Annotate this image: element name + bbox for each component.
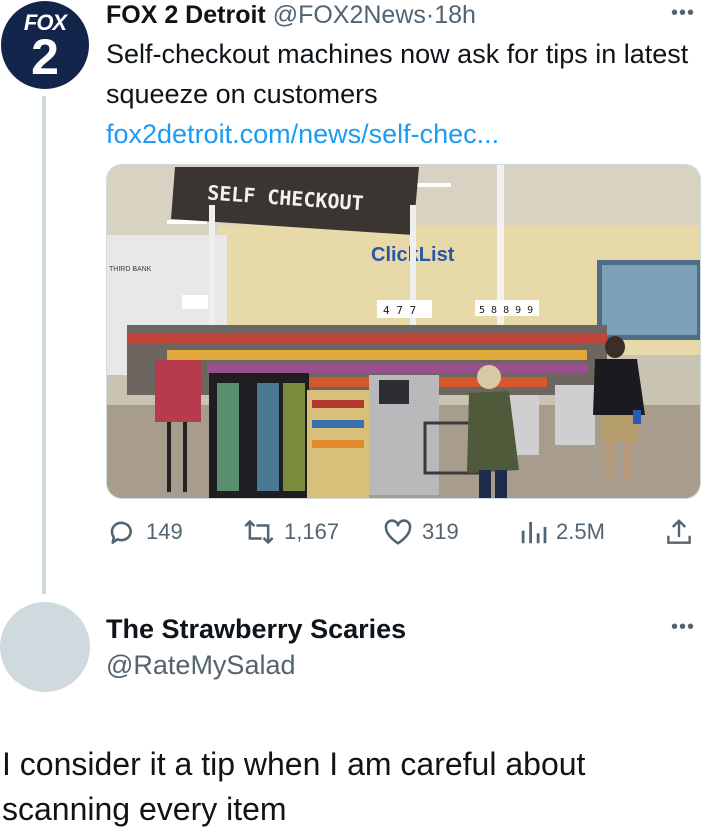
- reply-count: 149: [146, 519, 183, 544]
- like-action[interactable]: 319: [382, 516, 459, 548]
- tweet-header: FOX 2 Detroit @FOX2News·18h: [106, 0, 476, 30]
- heart-icon: [384, 519, 412, 545]
- svg-text:4 7 7: 4 7 7: [383, 304, 416, 317]
- author-handle[interactable]: @FOX2News: [273, 1, 426, 29]
- retweet-action[interactable]: 1,167: [242, 516, 339, 548]
- retweet-icon: [244, 519, 274, 545]
- tweet-media-photo[interactable]: SELF CHECKOUT ClickList THIRD BANK 4 7 7…: [106, 164, 701, 499]
- share-action[interactable]: [664, 516, 701, 548]
- reply-action[interactable]: 149: [106, 516, 183, 548]
- tweet-timestamp[interactable]: 18h: [434, 1, 476, 29]
- self-checkout-photo: SELF CHECKOUT ClickList THIRD BANK 4 7 7…: [107, 165, 700, 498]
- retweet-count: 1,167: [284, 519, 340, 544]
- thread-connector-line: [42, 96, 46, 594]
- tweet-text: Self-checkout machines now ask for tips …: [106, 39, 689, 109]
- tweet-link[interactable]: fox2detroit.com/news/self-chec...: [106, 114, 499, 154]
- like-count: 319: [422, 519, 459, 544]
- share-icon: [667, 519, 691, 544]
- header-separator: ·: [425, 1, 435, 29]
- bank-sign-text: THIRD BANK: [109, 266, 152, 273]
- author-avatar[interactable]: FOX 2: [1, 1, 89, 89]
- reply-text: I consider it a tip when I am careful ab…: [2, 746, 586, 827]
- reply-author-avatar[interactable]: [0, 602, 90, 692]
- reply-icon: [110, 521, 132, 544]
- author-name[interactable]: FOX 2 Detroit: [106, 1, 266, 29]
- svg-text:5 8 8 9 9: 5 8 8 9 9: [479, 305, 533, 316]
- more-dots-icon[interactable]: •••: [671, 2, 695, 25]
- views-chart-icon: [521, 522, 547, 544]
- view-count: 2.5M: [556, 519, 605, 544]
- avatar-logo-number: 2: [31, 29, 59, 85]
- more-dots-icon[interactable]: •••: [671, 616, 695, 639]
- reply-author-name[interactable]: The Strawberry Scaries: [106, 612, 406, 646]
- views-action[interactable]: 2.5M: [518, 516, 605, 548]
- reply-author-handle[interactable]: @RateMySalad: [106, 648, 296, 682]
